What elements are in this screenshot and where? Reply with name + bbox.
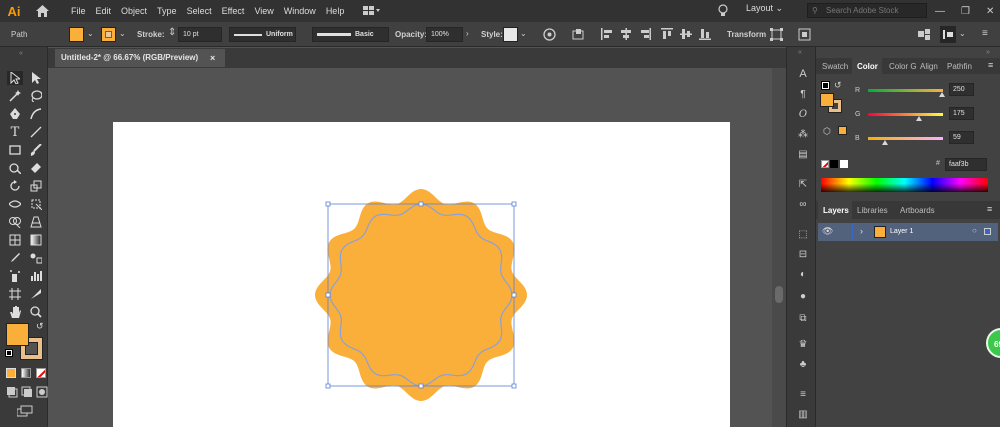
g-label: G (855, 111, 861, 118)
r-slider-track[interactable] (868, 89, 943, 92)
properties-panel-icon[interactable]: ▤ (795, 147, 811, 161)
selection-handle[interactable] (418, 201, 424, 207)
none-color-icon[interactable] (821, 160, 829, 168)
panel-fill-box[interactable] (820, 93, 834, 107)
b-label: B (855, 135, 860, 142)
default-colors-icon[interactable] (821, 81, 830, 90)
gamut-swatch[interactable] (838, 126, 847, 135)
vertical-scrollbar[interactable] (772, 68, 786, 427)
collapsed-panels-column: « A ¶ O ⁂ ▤ ⇱ ∞ ⬚ ⊟ ◐ ● ⧉ ♛ ♣ ≡ ▥ (786, 47, 816, 427)
tab-align[interactable]: Align (920, 62, 938, 71)
g-slider-thumb[interactable] (916, 116, 923, 121)
character-panel-icon[interactable]: A (795, 67, 811, 81)
tab-color[interactable]: Color (857, 62, 878, 71)
out-of-gamut-icon: ⬡ (823, 126, 831, 136)
collapse-icon[interactable]: » (986, 49, 990, 56)
export-panel-icon[interactable]: ⇱ (795, 177, 811, 191)
gradient-panel-icon[interactable]: ▥ (795, 407, 811, 421)
hex-label: # (936, 160, 940, 167)
selection-handle[interactable] (325, 383, 331, 389)
layers-menu-icon[interactable]: ≡ (987, 204, 992, 214)
glyphs-panel-icon[interactable]: ⁂ (795, 127, 811, 141)
tab-layers[interactable]: Layers (823, 206, 849, 215)
swap-colors-icon[interactable]: ↺ (834, 80, 842, 91)
transparency-panel-icon[interactable]: ● (795, 289, 811, 303)
visibility-eye-icon[interactable]: 👁 (822, 226, 833, 237)
layer-row[interactable]: 👁 › Layer 1 ○ (818, 223, 998, 241)
collapse-icon[interactable]: « (798, 49, 802, 56)
selection-handle[interactable] (511, 292, 517, 298)
brushes-panel-icon[interactable]: ♣ (795, 357, 811, 371)
tab-pathfinder[interactable]: Pathfin (947, 62, 972, 71)
layer-thumbnail (874, 226, 886, 238)
g-slider-track[interactable] (868, 113, 943, 116)
hex-field[interactable]: faaf3b (945, 158, 987, 171)
tab-libraries[interactable]: Libraries (857, 206, 888, 215)
g-value-field[interactable]: 175 (949, 107, 974, 120)
tab-swatches[interactable]: Swatch (822, 62, 848, 71)
color-spectrum[interactable] (821, 178, 988, 192)
white-color-icon[interactable] (840, 160, 848, 168)
selection-handle[interactable] (325, 292, 331, 298)
stroke-panel-icon[interactable]: ≡ (795, 387, 811, 401)
r-value-field[interactable]: 250 (949, 83, 974, 96)
opentype-panel-icon[interactable]: O (795, 107, 811, 121)
black-color-icon[interactable] (830, 160, 838, 168)
r-label: R (855, 87, 861, 94)
transform-panel-icon[interactable]: ⬚ (795, 227, 811, 241)
tab-color-guide[interactable]: Color G (889, 62, 917, 71)
b-value-field[interactable]: 59 (949, 131, 974, 144)
wavy-circle-shape[interactable] (315, 189, 527, 401)
panel-menu-icon[interactable]: ≡ (988, 60, 993, 70)
tab-artboards[interactable]: Artboards (900, 206, 935, 215)
selection-handle[interactable] (511, 383, 517, 389)
image-trace-panel-icon[interactable]: ⧉ (795, 311, 811, 325)
pathfinder-panel-icon[interactable]: ◐ (795, 267, 811, 281)
selection-handle[interactable] (511, 201, 517, 207)
b-slider-thumb[interactable] (882, 140, 889, 145)
b-slider-track[interactable] (868, 137, 943, 140)
links-panel-icon[interactable]: ∞ (795, 197, 811, 211)
symbols-panel-icon[interactable]: ♛ (795, 337, 811, 351)
selection-indicator[interactable] (984, 228, 991, 235)
selection-handle[interactable] (325, 201, 331, 207)
paragraph-panel-icon[interactable]: ¶ (795, 87, 811, 101)
expand-chevron-icon[interactable]: › (860, 226, 863, 236)
layer-name[interactable]: Layer 1 (890, 228, 913, 235)
target-circle-icon[interactable]: ○ (972, 226, 977, 235)
scrollbar-thumb[interactable] (775, 286, 783, 303)
r-slider-thumb[interactable] (938, 92, 945, 97)
selection-handle[interactable] (418, 383, 424, 389)
align-panel-icon[interactable]: ⊟ (795, 247, 811, 261)
